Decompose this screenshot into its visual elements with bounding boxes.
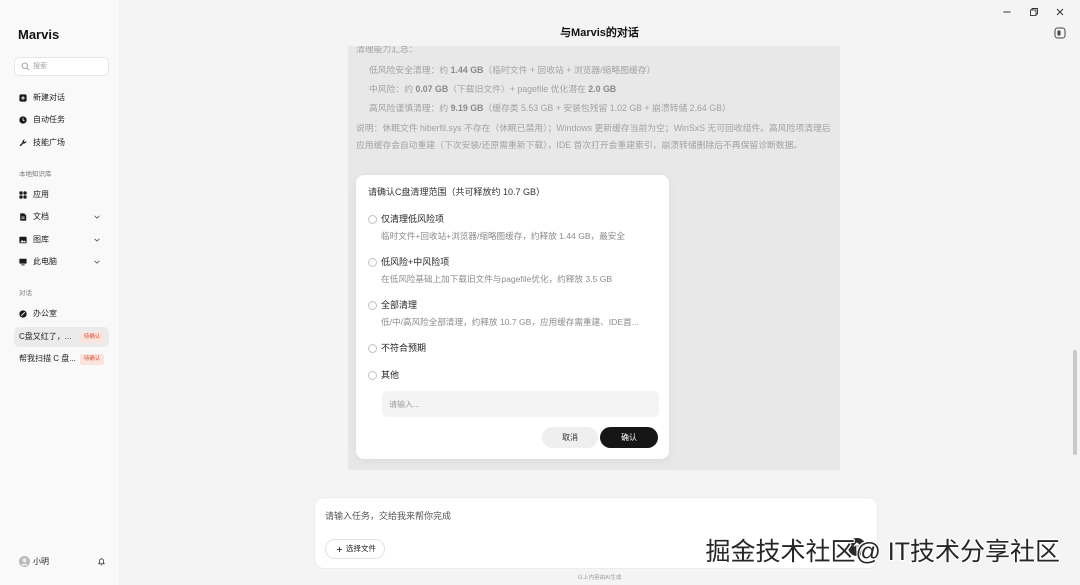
nav-label: 技能广场 [33, 138, 65, 147]
other-input[interactable] [382, 391, 659, 417]
scrollbar[interactable] [1073, 350, 1077, 455]
task-input[interactable] [325, 510, 825, 532]
ai-disclaimer: 以上内容由AI生成 [577, 575, 622, 581]
knowledge-label: 此电脑 [33, 257, 57, 266]
radio-button[interactable] [368, 343, 377, 353]
cancel-button[interactable]: 取消 [542, 427, 598, 448]
page-title: 与Marvis的对话 [560, 27, 639, 39]
option-low-medium-risk[interactable]: 低风险+中风险项 在低风险基础上加下载旧文件与pagefile优化，约释放 3.… [368, 256, 660, 286]
option-label: 其他 [381, 370, 400, 380]
radio-button[interactable] [368, 370, 377, 380]
item-value: 0.07 GB [415, 84, 449, 94]
option-label: 不符合预期 [381, 343, 427, 353]
cleanup-confirm-dialog: 请确认C盘清理范围（共可释放约 10.7 GB） 仅清理低风险项 临时文件+回收… [356, 175, 669, 459]
user-name[interactable]: 小明 [33, 556, 49, 567]
option-label: 仅清理低风险项 [381, 214, 445, 224]
sidebar: Marvis 搜索 新建对话 自动任务 技能广场 本地知识库 应用 文档 图库 … [0, 0, 119, 585]
item-text: （临时文件 + 回收站 + 浏览器/缩略图缓存） [483, 65, 656, 75]
conversation-label: C盘又红了，... [19, 332, 72, 341]
radio-button[interactable] [368, 300, 377, 310]
wrench-icon [19, 139, 27, 147]
knowledge-item-this-pc[interactable]: 此电脑 [14, 252, 109, 272]
option-other[interactable]: 其他 [368, 369, 660, 383]
item-text: （下载旧文件）+ pagefile 优化潜在 [448, 84, 589, 94]
chevron-down-icon[interactable] [93, 258, 101, 266]
dialog-title: 请确认C盘清理范围（共可释放约 10.7 GB） [368, 187, 546, 197]
radio-button[interactable] [368, 214, 377, 224]
radio-button[interactable] [368, 257, 377, 267]
conversation-item-active[interactable]: C盘又红了，... 待确认 [14, 327, 109, 347]
option-description: 在低风险基础上加下载旧文件与pagefile优化，约释放 3.5 GB [381, 274, 613, 284]
item-text: 中风险：约 [369, 84, 416, 94]
option-low-risk[interactable]: 仅清理低风险项 临时文件+回收站+浏览器/缩略图缓存，约释放 1.44 GB，最… [368, 213, 660, 243]
status-badge: 待确认 [80, 353, 104, 365]
select-file-label: 选择文件 [346, 544, 376, 553]
document-icon [19, 213, 27, 221]
item-value: 9.19 GB [450, 103, 484, 113]
option-description: 临时文件+回收站+浏览器/缩略图缓存，约释放 1.44 GB，最安全 [381, 231, 625, 241]
option-clean-all[interactable]: 全部清理 低/中/高风险全部清理，约释放 10.7 GB，应用缓存需重建、IDE… [368, 299, 660, 329]
message-heading: 清理能力汇总： [356, 46, 418, 54]
watermark: 掘金技术社区@ IT技术分享社区 [705, 538, 1060, 566]
message-item: 低风险安全清理：约 1.44 GB（临时文件 + 回收站 + 浏览器/缩略图缓存… [369, 64, 655, 76]
restore-icon[interactable] [1029, 7, 1039, 17]
new-chat-icon [19, 94, 27, 102]
conversation-label: 办公室 [33, 309, 57, 318]
app-logo: Marvis [18, 27, 60, 42]
grid-icon [19, 191, 27, 199]
message-item: 高风险谨慎清理：约 9.19 GB（缓存类 5.53 GB + 安装包残留 1.… [369, 102, 731, 114]
select-file-button[interactable]: 选择文件 [325, 539, 385, 559]
option-label: 低风险+中风险项 [381, 257, 450, 267]
item-text: （缓存类 5.53 GB + 安装包残留 1.02 GB + 崩溃转储 2.64… [483, 103, 731, 113]
search-box[interactable]: 搜索 [14, 57, 109, 76]
knowledge-item-documents[interactable]: 文档 [14, 207, 109, 227]
nav-label: 自动任务 [33, 115, 65, 124]
search-placeholder: 搜索 [33, 63, 47, 70]
confirm-button[interactable]: 确认 [600, 427, 658, 448]
knowledge-section-label: 本地知识库 [19, 171, 52, 178]
search-icon [21, 62, 30, 71]
knowledge-label: 图库 [33, 235, 49, 244]
option-not-expected[interactable]: 不符合预期 [368, 342, 660, 356]
knowledge-label: 应用 [33, 190, 49, 199]
bell-icon[interactable] [97, 557, 106, 566]
item-value: 2.0 GB [588, 84, 617, 94]
avatar[interactable] [19, 556, 30, 567]
conversation-label: 帮我扫描 C 盘... [19, 354, 76, 363]
chevron-down-icon[interactable] [93, 213, 101, 221]
close-icon[interactable] [1055, 7, 1065, 17]
nav-auto-tasks[interactable]: 自动任务 [14, 110, 109, 130]
nav-skills[interactable]: 技能广场 [14, 133, 109, 153]
conversation-item-office[interactable]: 办公室 [14, 304, 109, 324]
nav-label: 新建对话 [33, 93, 65, 102]
item-text: 低风险安全清理：约 [369, 65, 451, 75]
option-label: 全部清理 [381, 300, 418, 310]
nav-new-chat[interactable]: 新建对话 [14, 88, 109, 108]
image-icon [19, 236, 27, 244]
plus-icon [336, 546, 343, 553]
monitor-icon [19, 258, 27, 266]
knowledge-item-gallery[interactable]: 图库 [14, 230, 109, 250]
option-description: 低/中/高风险全部清理，约释放 10.7 GB，应用缓存需重建、IDE首... [381, 317, 639, 327]
status-badge: 待确认 [80, 331, 104, 343]
chevron-down-icon[interactable] [93, 236, 101, 244]
project-icon [19, 310, 27, 318]
message-note: 说明：休眠文件 hiberfil.sys 不存在（休眠已禁用）；Windows … [356, 123, 831, 150]
item-text: 高风险谨慎清理：约 [369, 103, 451, 113]
knowledge-item-apps[interactable]: 应用 [14, 185, 109, 205]
clock-icon [19, 116, 27, 124]
conversation-section-label: 对话 [19, 290, 32, 297]
conversation-item[interactable]: 帮我扫描 C 盘... 待确认 [14, 349, 109, 369]
message-item: 中风险：约 0.07 GB（下载旧文件）+ pagefile 优化潜在 2.0 … [369, 83, 616, 95]
item-value: 1.44 GB [450, 65, 484, 75]
knowledge-label: 文档 [33, 212, 49, 221]
minimize-icon[interactable] [1002, 7, 1012, 17]
